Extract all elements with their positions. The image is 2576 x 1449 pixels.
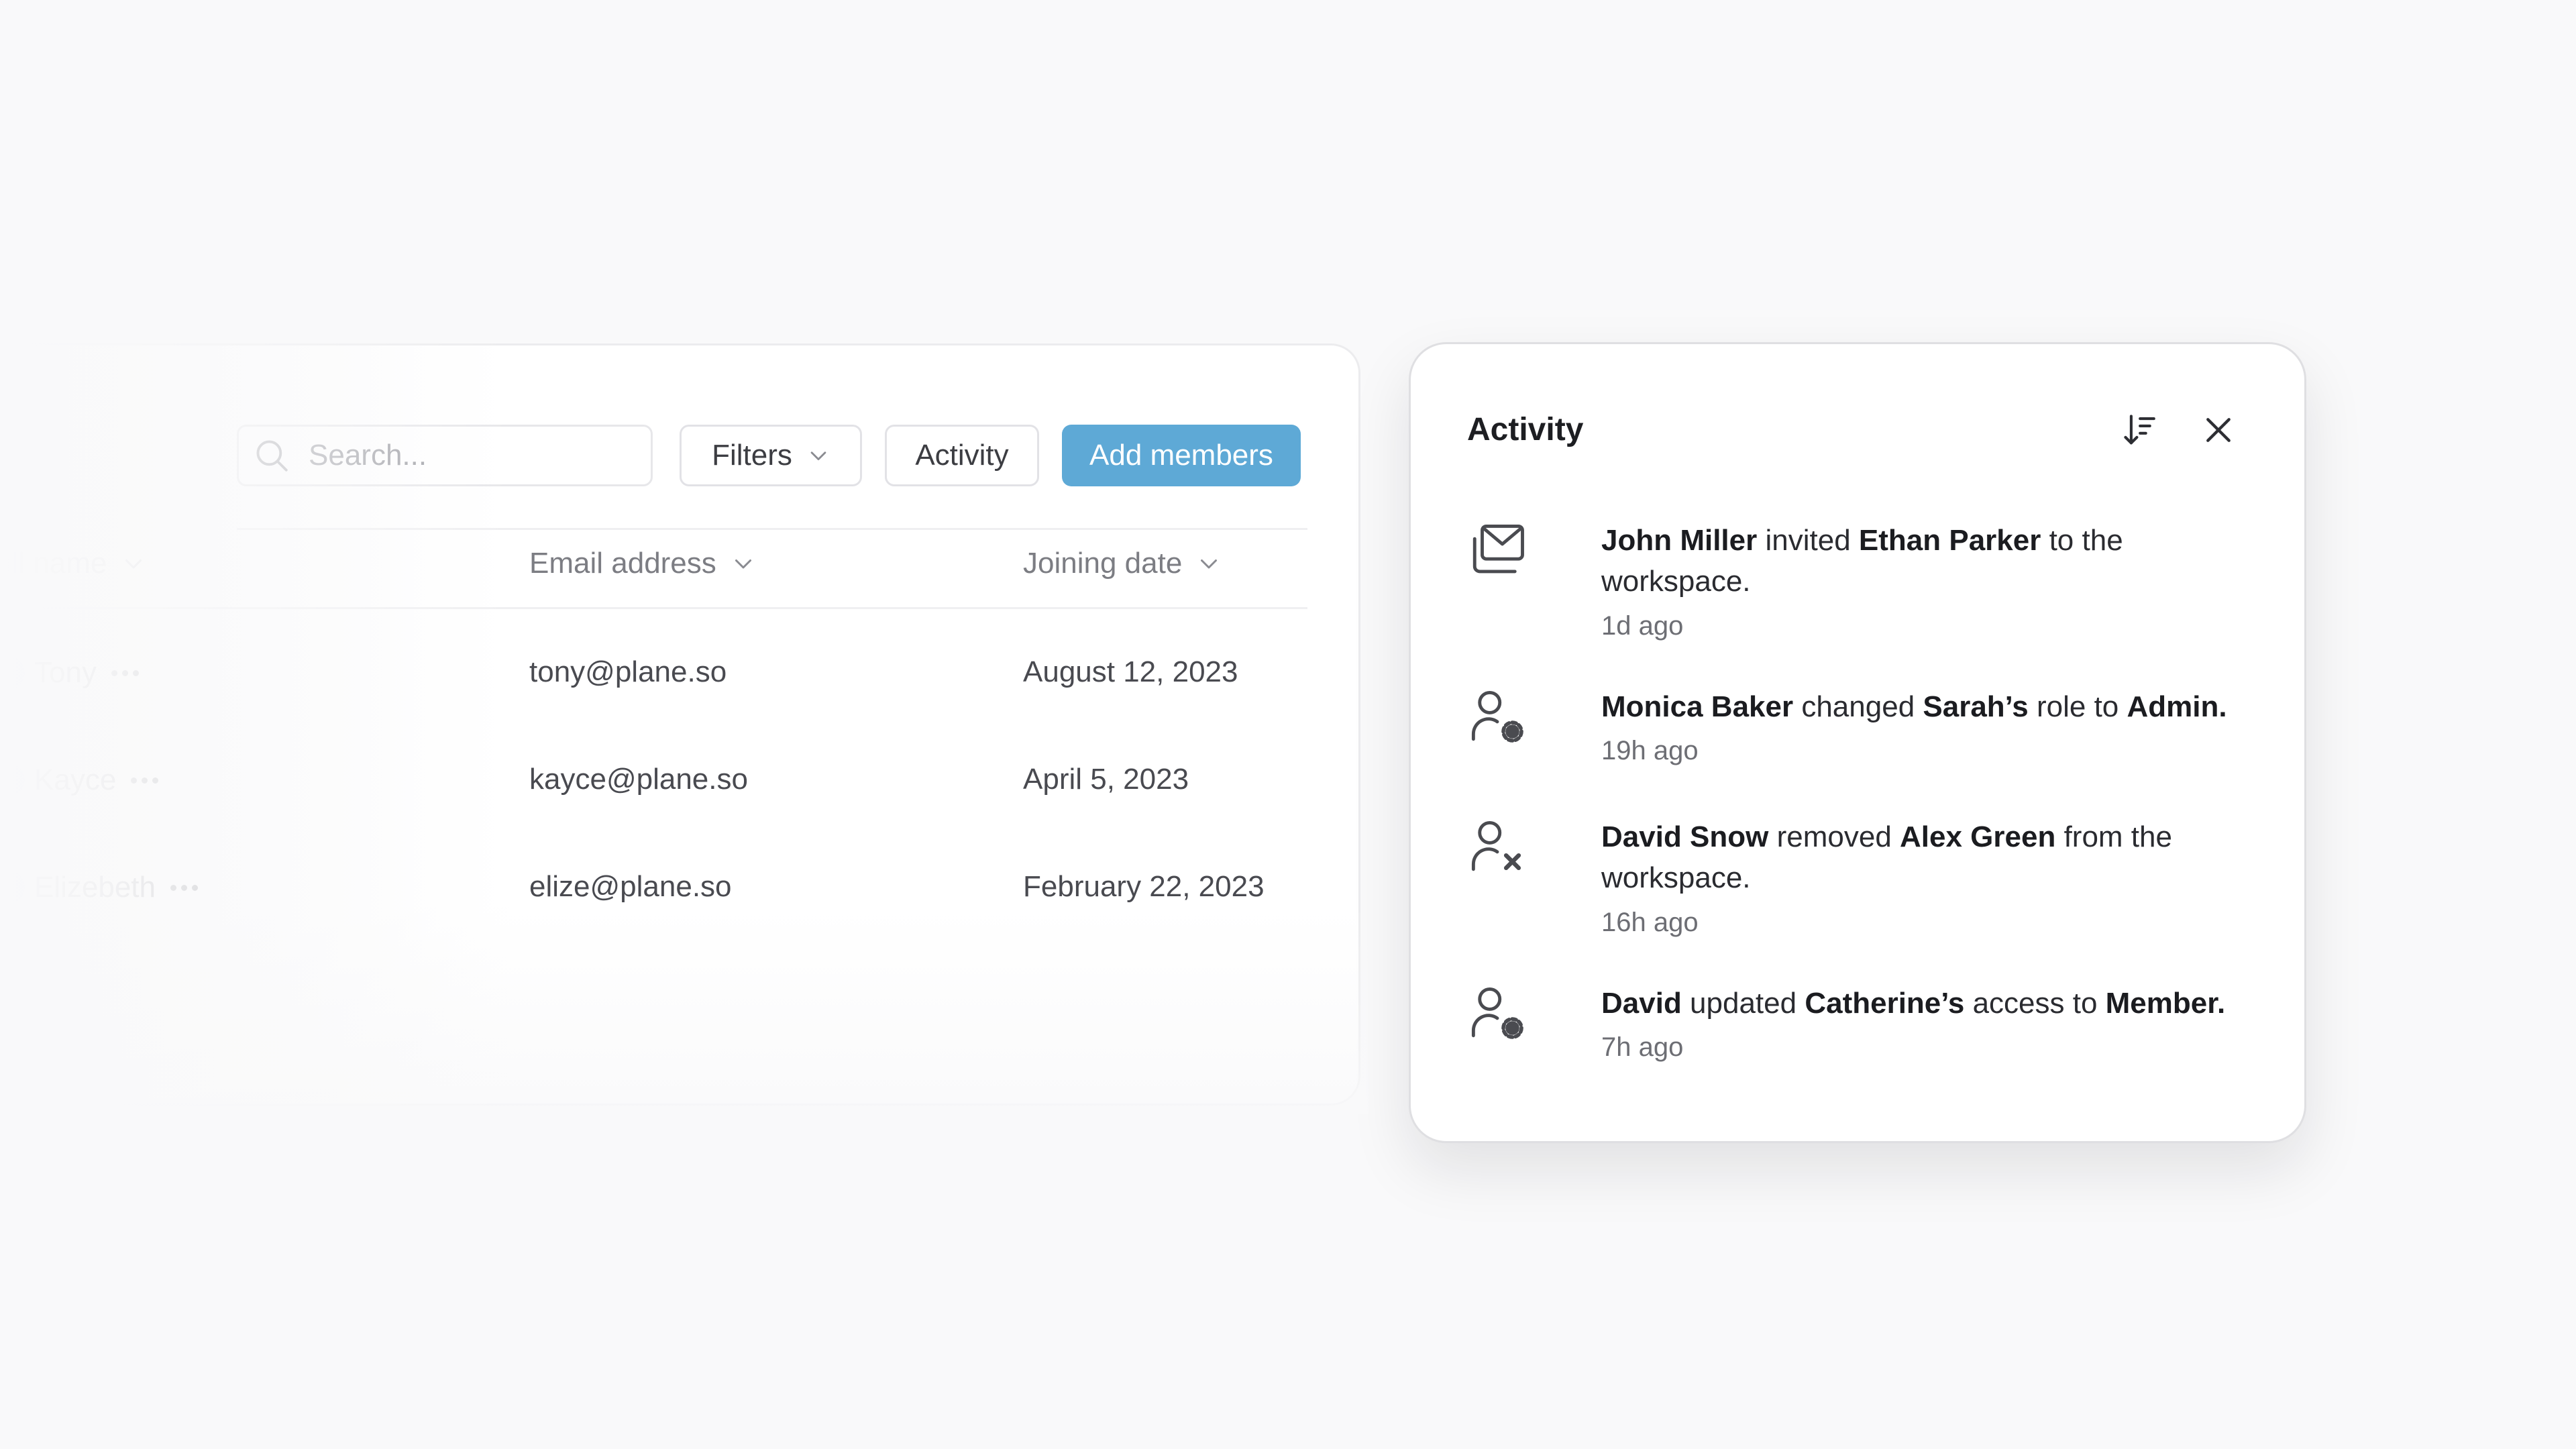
toolbar-divider <box>237 528 1307 530</box>
activity-text: David updated Catherine’s access to Memb… <box>1601 987 2226 1020</box>
activity-button-label: Activity <box>915 439 1009 472</box>
user-settings-icon <box>1471 987 1523 1039</box>
table-header: ull name Email address Joining date <box>0 547 1358 594</box>
filters-button[interactable]: Filters <box>680 425 862 486</box>
table-row[interactable]: Tony tony@plane.so August 12, 2023 <box>0 655 1358 702</box>
close-icon <box>2206 418 2231 442</box>
member-email-cell: tony@plane.so <box>529 655 727 688</box>
member-date-cell: February 22, 2023 <box>1023 870 1265 903</box>
table-row[interactable]: Elizebeth elize@plane.so February 22, 20… <box>0 870 1358 917</box>
activity-timestamp: 19h ago <box>1601 736 1699 765</box>
member-email-cell: elize@plane.so <box>529 870 732 903</box>
activity-target[interactable]: Catherine’s <box>1805 987 1964 1020</box>
activity-panel: Activity John Miller invited Ethan Parke… <box>1409 342 2306 1143</box>
activity-actor[interactable]: John Miller <box>1601 524 1757 557</box>
search-input[interactable] <box>309 439 631 472</box>
close-button[interactable] <box>2197 409 2240 451</box>
header-divider <box>0 607 1307 609</box>
column-header-full-name[interactable]: ull name <box>0 547 146 580</box>
member-date-cell: April 5, 2023 <box>1023 763 1189 796</box>
user-remove-icon <box>1471 820 1521 871</box>
add-members-button-label: Add members <box>1089 439 1273 472</box>
activity-timestamp: 16h ago <box>1601 908 1699 937</box>
activity-actor[interactable]: David <box>1601 987 1682 1020</box>
member-name-cell: Tony <box>0 655 139 690</box>
avatar <box>0 655 25 690</box>
member-name-cell: Elizebeth <box>0 870 199 905</box>
more-options-icon[interactable] <box>131 777 159 784</box>
search-icon <box>256 440 288 472</box>
chevron-down-icon <box>810 451 826 461</box>
members-toolbar: Filters Activity Add members <box>237 425 1358 486</box>
activity-text: David Snow removed Alex Green from the w… <box>1601 820 2172 894</box>
avatar <box>0 870 25 905</box>
activity-target[interactable]: Ethan Parker <box>1859 524 2041 557</box>
screen: Filters Activity Add members ull name Em… <box>0 0 2576 1449</box>
sort-descending-icon <box>2124 415 2155 445</box>
member-name-cell: Kayce <box>0 763 159 798</box>
table-row[interactable]: Kayce kayce@plane.so April 5, 2023 <box>0 763 1358 810</box>
activity-panel-title: Activity <box>1467 412 1584 447</box>
chevron-down-icon <box>735 559 751 569</box>
chevron-down-icon <box>125 559 142 569</box>
avatar <box>0 763 25 798</box>
activity-target[interactable]: Sarah’s <box>1923 690 2028 723</box>
activity-target[interactable]: Alex Green <box>1900 820 2055 853</box>
search-box[interactable] <box>237 425 653 486</box>
column-header-email[interactable]: Email address <box>529 547 755 580</box>
activity-value: Admin. <box>2127 690 2227 723</box>
activity-actor[interactable]: Monica Baker <box>1601 690 1793 723</box>
activity-text: John Miller invited Ethan Parker to the … <box>1601 524 2123 598</box>
activity-text: Monica Baker changed Sarah’s role to Adm… <box>1601 690 2227 723</box>
activity-value: Member. <box>2105 987 2226 1020</box>
member-email-cell: kayce@plane.so <box>529 763 748 796</box>
activity-actor[interactable]: David Snow <box>1601 820 1768 853</box>
more-options-icon[interactable] <box>111 669 139 676</box>
activity-timestamp: 7h ago <box>1601 1032 1684 1062</box>
member-date-cell: August 12, 2023 <box>1023 655 1238 688</box>
chevron-down-icon <box>1201 559 1218 569</box>
mail-icon <box>1472 524 1524 574</box>
filters-button-label: Filters <box>712 439 792 472</box>
sort-button[interactable] <box>2118 409 2161 451</box>
more-options-icon[interactable] <box>170 884 199 891</box>
add-members-button[interactable]: Add members <box>1062 425 1301 486</box>
members-card: Filters Activity Add members ull name Em… <box>0 343 1360 1106</box>
activity-button[interactable]: Activity <box>885 425 1039 486</box>
user-settings-icon <box>1471 690 1523 743</box>
column-header-joining-date[interactable]: Joining date <box>1023 547 1221 580</box>
activity-timestamp: 1d ago <box>1601 611 1684 641</box>
